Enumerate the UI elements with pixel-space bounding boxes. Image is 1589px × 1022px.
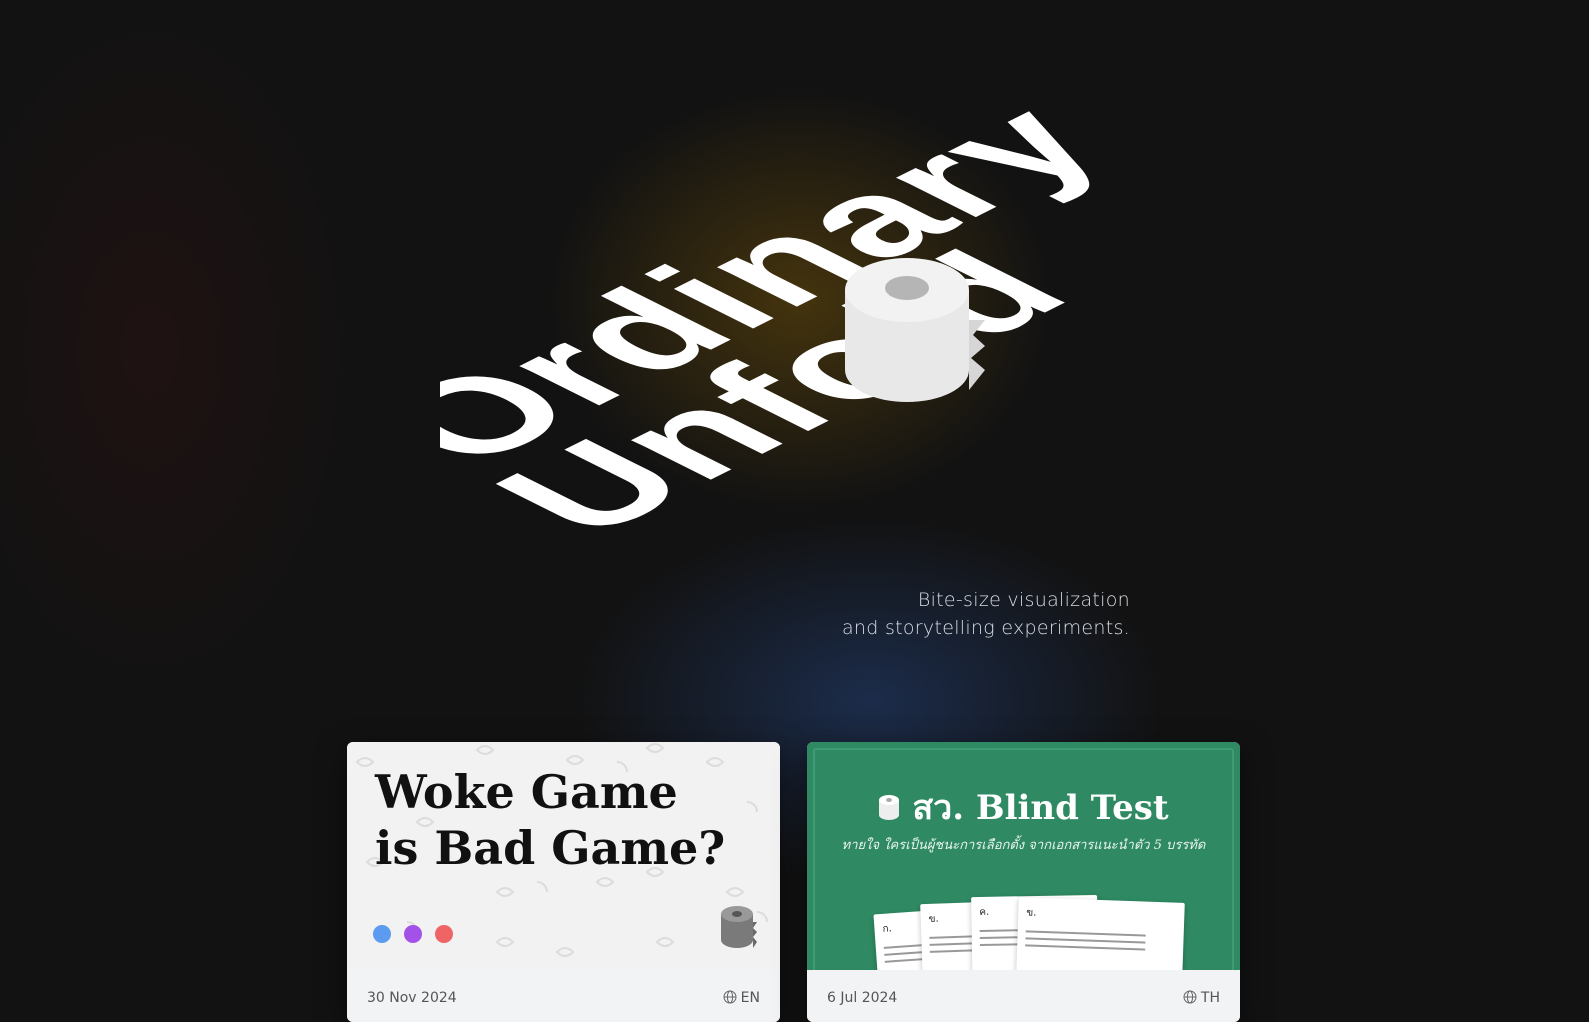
- red-dot: [435, 925, 454, 943]
- globe-icon: [723, 990, 737, 1004]
- paper-label: ก.: [882, 923, 893, 935]
- card-date: 30 Nov 2024: [367, 990, 457, 1006]
- card-title-line-1: Woke Game: [375, 765, 678, 819]
- card-language: TH: [1183, 990, 1220, 1006]
- paper-label: ค.: [979, 906, 990, 918]
- card-title: Woke Game is Bad Game?: [375, 764, 755, 876]
- color-dots: [373, 925, 461, 947]
- story-card-woke-game[interactable]: Woke Game is Bad Game? 30 Nov 2024 EN: [347, 742, 780, 1022]
- card-subtitle: ทายใจ ใครเป็นผู้ชนะการเลือกตั้ง จากเอกสา…: [841, 838, 1206, 853]
- card-language: EN: [723, 990, 760, 1006]
- card-language-label: EN: [740, 990, 760, 1006]
- card-title-line-2: is Bad Game?: [375, 821, 726, 875]
- tagline-line-1: Bite-size visualization: [917, 589, 1130, 611]
- hero-logo[interactable]: Ordinary Unfold: [440, 90, 1140, 590]
- card-title: สว. Blind Test: [807, 788, 1240, 828]
- card-footer: 30 Nov 2024 EN: [347, 970, 780, 1022]
- card-thumbnail: Woke Game is Bad Game?: [347, 742, 780, 970]
- card-language-label: TH: [1200, 990, 1220, 1006]
- purple-dot: [404, 925, 423, 943]
- card-date: 6 Jul 2024: [827, 990, 898, 1006]
- toilet-paper-roll-icon: [845, 258, 985, 402]
- hero-tagline: Bite-size visualization and storytelling…: [842, 586, 1130, 642]
- story-card-blind-test[interactable]: สว. Blind Test ทายใจ ใครเป็นผู้ชนะการเลื…: [807, 742, 1240, 1022]
- paper-label: ข.: [928, 913, 939, 925]
- card-title-text: สว. Blind Test: [912, 788, 1169, 828]
- toilet-paper-roll-icon: [879, 795, 900, 820]
- blue-dot: [373, 925, 391, 943]
- toilet-paper-roll-icon: [721, 906, 757, 948]
- card-footer: 6 Jul 2024 TH: [807, 970, 1240, 1022]
- logo-svg: Ordinary Unfold: [440, 90, 1140, 556]
- paper-label: ข.: [1026, 907, 1037, 919]
- tagline-line-2: and storytelling experiments.: [841, 617, 1130, 639]
- globe-icon: [1183, 990, 1197, 1004]
- card-thumbnail: สว. Blind Test ทายใจ ใครเป็นผู้ชนะการเลื…: [807, 742, 1240, 1021]
